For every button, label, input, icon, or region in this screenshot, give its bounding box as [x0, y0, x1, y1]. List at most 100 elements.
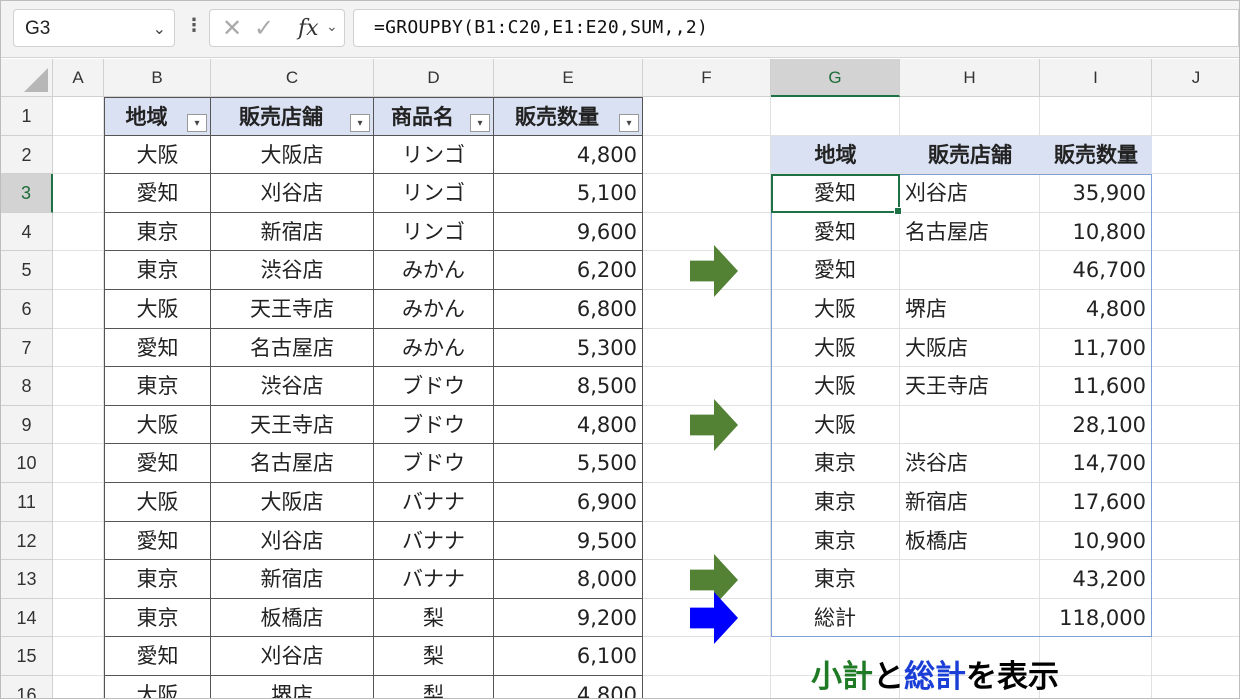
- result-table-cell[interactable]: 愛知: [771, 212, 900, 252]
- cell[interactable]: [771, 97, 900, 136]
- row-header-10[interactable]: 10: [1, 444, 53, 483]
- cell[interactable]: [53, 405, 104, 445]
- source-table-cell[interactable]: ブドウ: [374, 444, 494, 483]
- source-table-cell[interactable]: 6,100: [494, 637, 643, 676]
- cell[interactable]: [1040, 97, 1152, 136]
- cell[interactable]: [1152, 174, 1239, 213]
- cell[interactable]: [643, 328, 771, 368]
- source-table-cell[interactable]: 9,600: [494, 212, 643, 252]
- column-header-h[interactable]: H: [900, 59, 1040, 97]
- cell[interactable]: [53, 676, 104, 698]
- cell[interactable]: [1152, 367, 1239, 406]
- cell[interactable]: [53, 251, 104, 290]
- cell[interactable]: [53, 483, 104, 522]
- row-header-14[interactable]: 14: [1, 598, 53, 638]
- source-table-cell[interactable]: バナナ: [374, 483, 494, 522]
- source-table-cell[interactable]: 梨: [374, 676, 494, 698]
- result-table-cell[interactable]: 東京: [771, 521, 900, 561]
- cell[interactable]: [1152, 676, 1239, 698]
- source-table-cell[interactable]: 5,500: [494, 444, 643, 483]
- result-table-cell[interactable]: 10,800: [1040, 212, 1152, 252]
- result-header-cell[interactable]: 地域: [771, 135, 900, 175]
- chevron-down-icon[interactable]: ⌄: [153, 19, 166, 38]
- formula-input[interactable]: =GROUPBY(B1:C20,E1:E20,SUM,,2): [353, 9, 1239, 47]
- result-table-cell[interactable]: 11,600: [1040, 367, 1152, 406]
- active-cell-g3[interactable]: [771, 174, 902, 215]
- source-table-cell[interactable]: 東京: [104, 560, 211, 599]
- source-table-cell[interactable]: 大阪店: [211, 483, 374, 522]
- result-table-cell[interactable]: 名古屋店: [900, 212, 1040, 252]
- source-table-cell[interactable]: 堺店: [211, 676, 374, 698]
- source-table-cell[interactable]: 6,200: [494, 251, 643, 290]
- result-table-cell[interactable]: [900, 405, 1040, 445]
- source-table-cell[interactable]: 9,200: [494, 598, 643, 638]
- source-table-cell[interactable]: 天王寺店: [211, 405, 374, 445]
- result-table-cell[interactable]: 東京: [771, 483, 900, 522]
- check-icon[interactable]: ✓: [254, 14, 274, 42]
- row-header-2[interactable]: 2: [1, 135, 53, 175]
- source-header-cell[interactable]: 地域 ▾: [104, 97, 211, 136]
- source-table-cell[interactable]: ブドウ: [374, 367, 494, 406]
- source-table-cell[interactable]: 大阪: [104, 676, 211, 698]
- filter-dropdown-icon[interactable]: ▾: [619, 113, 639, 132]
- source-table-cell[interactable]: 大阪: [104, 290, 211, 329]
- column-header-g[interactable]: G: [771, 59, 900, 97]
- source-table-cell[interactable]: 大阪店: [211, 135, 374, 175]
- result-table-cell[interactable]: 総計: [771, 598, 900, 638]
- cell[interactable]: [1152, 251, 1239, 290]
- source-table-cell[interactable]: 愛知: [104, 637, 211, 676]
- row-header-16[interactable]: 16: [1, 676, 53, 698]
- source-table-cell[interactable]: 東京: [104, 212, 211, 252]
- name-box[interactable]: G3 ⌄: [13, 9, 175, 47]
- column-header-e[interactable]: E: [494, 59, 643, 97]
- source-table-cell[interactable]: 天王寺店: [211, 290, 374, 329]
- cell[interactable]: [53, 560, 104, 599]
- result-header-cell[interactable]: 販売店舗: [900, 135, 1040, 175]
- row-header-13[interactable]: 13: [1, 560, 53, 599]
- cell[interactable]: [53, 212, 104, 252]
- result-table-cell[interactable]: 43,200: [1040, 560, 1152, 599]
- cell[interactable]: [1152, 599, 1239, 638]
- source-table-cell[interactable]: 大阪: [104, 405, 211, 445]
- source-table-cell[interactable]: 刈谷店: [211, 521, 374, 561]
- result-table-cell[interactable]: 大阪: [771, 367, 900, 406]
- filter-dropdown-icon[interactable]: ▾: [470, 113, 490, 132]
- result-table-cell[interactable]: 17,600: [1040, 483, 1152, 522]
- source-table-cell[interactable]: 名古屋店: [211, 328, 374, 368]
- source-table-cell[interactable]: みかん: [374, 251, 494, 290]
- result-table-cell[interactable]: 46,700: [1040, 251, 1152, 290]
- source-table-cell[interactable]: 大阪: [104, 483, 211, 522]
- result-table-cell[interactable]: 堺店: [900, 290, 1040, 329]
- source-table-cell[interactable]: 愛知: [104, 328, 211, 368]
- row-header-3[interactable]: 3: [1, 174, 53, 213]
- cell[interactable]: [53, 174, 104, 213]
- source-table-cell[interactable]: 新宿店: [211, 560, 374, 599]
- result-table-cell[interactable]: [900, 598, 1040, 638]
- result-header-cell[interactable]: 販売数量: [1040, 135, 1152, 175]
- source-table-cell[interactable]: 6,800: [494, 290, 643, 329]
- column-header-a[interactable]: A: [53, 59, 104, 97]
- result-table-cell[interactable]: 大阪: [771, 328, 900, 368]
- cell[interactable]: [53, 367, 104, 406]
- column-header-j[interactable]: J: [1152, 59, 1239, 97]
- result-table-cell[interactable]: [900, 560, 1040, 599]
- result-table-cell[interactable]: 東京: [771, 444, 900, 483]
- filter-dropdown-icon[interactable]: ▾: [350, 113, 370, 132]
- result-table-cell[interactable]: 新宿店: [900, 483, 1040, 522]
- row-header-1[interactable]: 1: [1, 97, 53, 136]
- result-table-cell[interactable]: 10,900: [1040, 521, 1152, 561]
- source-table-cell[interactable]: 5,100: [494, 174, 643, 213]
- select-all-button[interactable]: [1, 59, 53, 97]
- source-table-cell[interactable]: リンゴ: [374, 212, 494, 252]
- source-table-cell[interactable]: 4,800: [494, 676, 643, 698]
- cell[interactable]: [53, 328, 104, 368]
- source-table-cell[interactable]: 愛知: [104, 444, 211, 483]
- cell[interactable]: [1152, 329, 1239, 368]
- row-header-12[interactable]: 12: [1, 521, 53, 561]
- cell[interactable]: [53, 637, 104, 676]
- source-table-cell[interactable]: 梨: [374, 598, 494, 638]
- cell[interactable]: [1152, 483, 1239, 522]
- cell[interactable]: [53, 290, 104, 329]
- source-header-cell[interactable]: 商品名 ▾: [374, 97, 494, 136]
- row-header-7[interactable]: 7: [1, 328, 53, 368]
